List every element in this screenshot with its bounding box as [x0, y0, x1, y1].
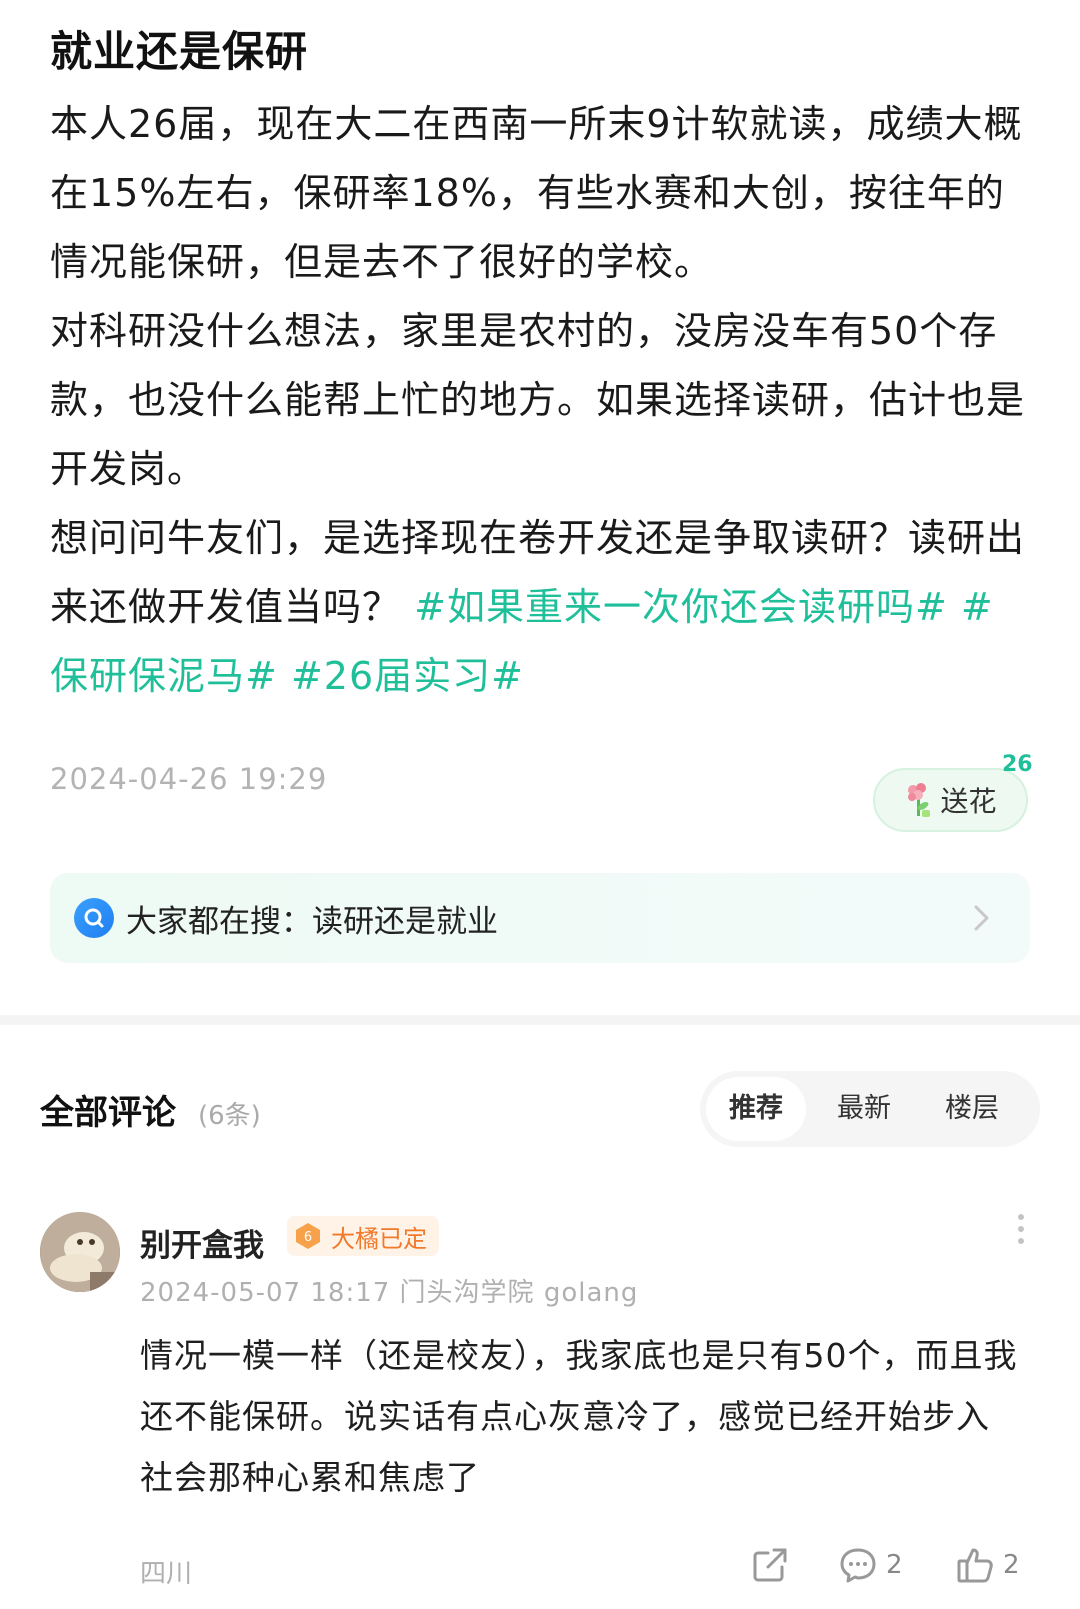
comments-title: 全部评论: [40, 1093, 176, 1133]
comment-meta: 2024-05-07 18:17 门头沟学院 golang: [140, 1278, 639, 1308]
like-button[interactable]: 2: [955, 1545, 1020, 1585]
comments-header: 全部评论 (6条): [40, 1085, 261, 1134]
topic-tag[interactable]: #26届实习#: [291, 654, 524, 698]
tab-recommended[interactable]: 推荐: [706, 1077, 806, 1141]
comment-location: 四川: [140, 1559, 193, 1589]
send-flower-button[interactable]: 送花: [873, 768, 1028, 832]
tab-latest[interactable]: 最新: [814, 1071, 914, 1147]
level-icon: 6: [296, 1223, 320, 1249]
share-icon[interactable]: [750, 1545, 790, 1585]
flower-icon: [904, 782, 934, 818]
comment-text: 情况一模一样（还是校友），我家底也是只有50个，而且我还不能保研。说实话有点心灰…: [140, 1336, 1018, 1497]
post-paragraph: 本人26届，现在大二在西南一所末9计软就读，成绩大概在15%左右，保研率18%，…: [50, 102, 1023, 284]
reply-count: 2: [886, 1550, 903, 1580]
comment-username[interactable]: 别开盒我: [140, 1220, 264, 1265]
topic-tag[interactable]: #如果重来一次你还会读研吗#: [414, 585, 948, 629]
thumbs-up-icon: [957, 1548, 993, 1583]
search-suggestion-text: 大家都在搜：读研还是就业: [126, 903, 498, 940]
comment-icon: [840, 1548, 876, 1583]
more-options-icon[interactable]: [1016, 1212, 1026, 1246]
tab-floor[interactable]: 楼层: [922, 1071, 1022, 1147]
flower-count: 26: [1002, 752, 1033, 777]
search-suggestion[interactable]: 大家都在搜：读研还是就业: [50, 873, 1030, 963]
reply-button[interactable]: 2: [838, 1545, 903, 1585]
comments-count: (6条): [198, 1101, 261, 1131]
post-paragraph: 对科研没什么想法，家里是农村的，没房没车有50个存款，也没什么能帮上忙的地方。如…: [50, 309, 1026, 491]
post-time: 2024-04-26 19:29: [50, 762, 328, 796]
comment-sort-tabs: 推荐 最新 楼层: [700, 1071, 1040, 1147]
post-paragraph: 想问问牛友们，是选择现在卷开发还是争取读研？读研出来还做开发值当吗？ #如果重来…: [50, 504, 1030, 711]
search-icon: [74, 898, 114, 938]
comment-footer: 四川 2 2: [0, 1545, 1080, 1595]
post-body: 本人26届，现在大二在西南一所末9计软就读，成绩大概在15%左右，保研率18%，…: [50, 90, 1030, 711]
badge-text: 大橘已定: [331, 1224, 427, 1253]
svg-text:6: 6: [304, 1230, 312, 1245]
user-level-badge: 6 大橘已定: [287, 1216, 439, 1256]
like-count: 2: [1003, 1550, 1020, 1580]
chevron-right-icon: [962, 899, 1000, 937]
post-title: 就业还是保研: [50, 27, 309, 76]
avatar[interactable]: [40, 1212, 120, 1292]
section-divider: [0, 1015, 1080, 1025]
flower-label: 送花: [940, 785, 997, 818]
